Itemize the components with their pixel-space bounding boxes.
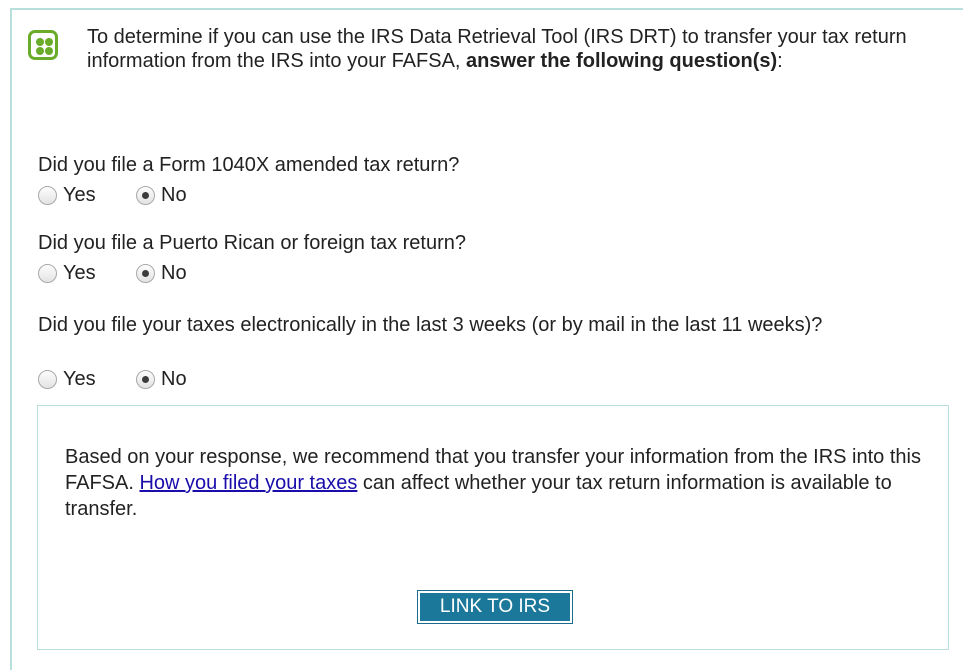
question-2-no-label: No: [161, 261, 187, 284]
question-2-label: Did you file a Puerto Rican or foreign t…: [38, 232, 466, 254]
question-2-no[interactable]: No: [136, 260, 187, 286]
info-icon: [28, 30, 58, 60]
question-1-yes[interactable]: Yes: [38, 182, 96, 208]
question-3-no-radio[interactable]: [136, 369, 155, 389]
question-1-yes-label: Yes: [63, 183, 96, 206]
question-3-yes[interactable]: Yes: [38, 366, 96, 392]
question-1-label: Did you file a Form 1040X amended tax re…: [38, 154, 460, 176]
intro-text: To determine if you can use the IRS Data…: [87, 25, 957, 73]
question-1-no[interactable]: No: [136, 182, 187, 208]
question-2-no-radio[interactable]: [136, 263, 155, 283]
question-1-no-label: No: [161, 183, 187, 206]
question-3-label: Did you file your taxes electronically i…: [38, 314, 823, 336]
question-2-yes-label: Yes: [63, 261, 96, 284]
intro-suffix: :: [777, 50, 783, 72]
question-3-yes-radio[interactable]: [38, 369, 57, 389]
link-to-irs-label: LINK TO IRS: [420, 593, 570, 621]
how-you-filed-link[interactable]: How you filed your taxes: [139, 472, 357, 494]
question-2-yes[interactable]: Yes: [38, 260, 96, 286]
question-3-no-label: No: [161, 367, 187, 390]
question-2-yes-radio[interactable]: [38, 263, 57, 283]
intro-emphasis: answer the following question(s): [466, 50, 778, 72]
question-3-no[interactable]: No: [136, 366, 187, 392]
question-1-yes-radio[interactable]: [38, 185, 57, 205]
recommendation-text: Based on your response, we recommend tha…: [65, 444, 925, 522]
question-3-yes-label: Yes: [63, 367, 96, 390]
recommendation-box: Based on your response, we recommend tha…: [37, 405, 949, 650]
question-1-no-radio[interactable]: [136, 185, 155, 205]
link-to-irs-button[interactable]: LINK TO IRS: [417, 590, 573, 624]
